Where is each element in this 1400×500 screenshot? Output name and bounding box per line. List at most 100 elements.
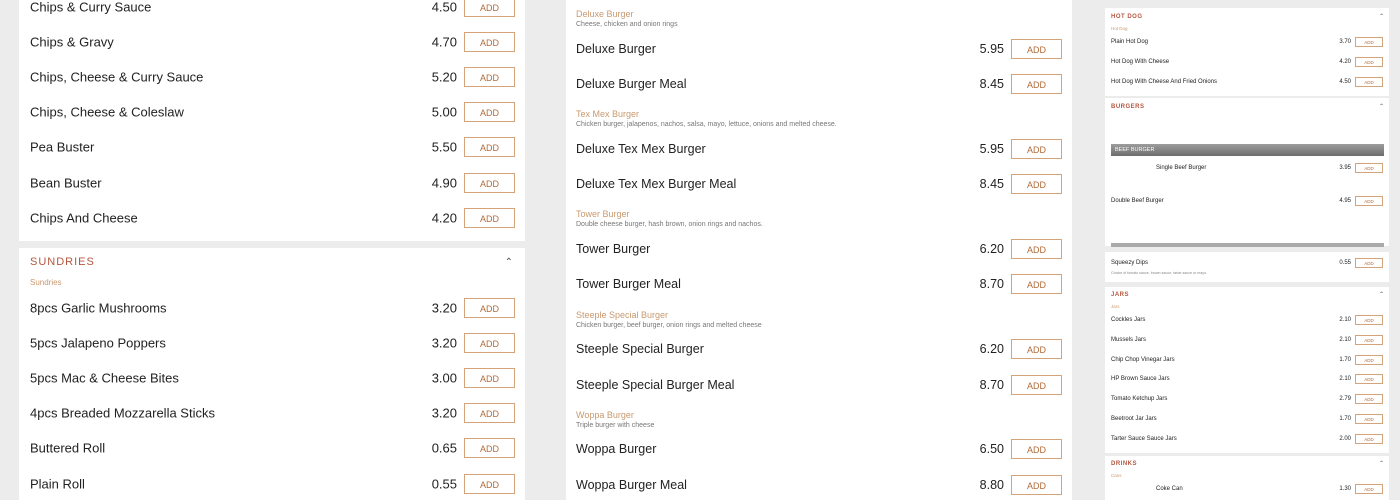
menu-item: Cockles Jars 2.10 ADD	[1105, 313, 1389, 327]
add-button[interactable]: ADD	[1355, 77, 1383, 87]
add-button[interactable]: ADD	[464, 31, 515, 52]
add-button[interactable]: ADD	[1355, 258, 1383, 268]
chevron-up-icon[interactable]: ⌃	[1379, 13, 1384, 20]
menu-item: Beetroot Jar Jars 1.70 ADD	[1105, 412, 1389, 426]
jars-section-card: JARS ⌃ Jars Cockles Jars 2.10 ADD Mussels J…	[1105, 287, 1389, 453]
item-name: 8pcs Garlic Mushrooms	[30, 300, 167, 315]
add-button[interactable]: ADD	[1011, 439, 1062, 460]
item-price: 6.20	[979, 342, 1004, 357]
menu-item: Buttered Roll 0.65 ADD	[19, 431, 525, 466]
add-button[interactable]: ADD	[1355, 484, 1383, 494]
add-button[interactable]: ADD	[464, 0, 515, 17]
add-button[interactable]: ADD	[1011, 339, 1062, 360]
item-name: Woppa Burger	[576, 442, 657, 457]
menu-item: Hot Dog With Cheese 4.20 ADD	[1105, 55, 1389, 69]
add-button[interactable]: ADD	[1355, 196, 1383, 206]
item-name: Chips, Cheese & Curry Sauce	[30, 69, 204, 85]
menu-item: Deluxe Burger 5.95 ADD	[566, 31, 1072, 66]
menu-item: 8pcs Garlic Mushrooms 3.20 ADD	[19, 290, 525, 325]
item-name: Hot Dog With Cheese And Fried Onions	[1111, 79, 1218, 85]
add-button[interactable]: ADD	[1355, 374, 1383, 385]
item-price: 4.50	[1339, 79, 1351, 85]
group-description: Cheese, chicken and onion rings	[576, 21, 678, 28]
add-button[interactable]: ADD	[1355, 334, 1383, 345]
add-button[interactable]: ADD	[1011, 374, 1062, 395]
menu-item: Chips & Gravy 4.70 ADD	[19, 24, 525, 59]
menu-item: Tower Burger 6.20 ADD	[566, 231, 1072, 266]
item-price: 6.50	[979, 442, 1004, 457]
add-button[interactable]: ADD	[464, 332, 515, 353]
menu-item: Chips, Cheese & Coleslaw 5.00 ADD	[19, 95, 525, 130]
item-name: 5pcs Mac & Cheese Bites	[30, 370, 179, 386]
menu-item: Woppa Burger Meal 8.80 ADD	[566, 467, 1072, 500]
group-description: Double cheese burger, hash brown, onion …	[576, 221, 763, 229]
menu-item: 5pcs Jalapeno Poppers 3.20 ADD	[19, 325, 525, 360]
add-button[interactable]: ADD	[1355, 163, 1383, 173]
add-button[interactable]: ADD	[464, 297, 515, 318]
item-price: 1.70	[1339, 416, 1351, 422]
add-button[interactable]: ADD	[1011, 474, 1062, 495]
add-button[interactable]: ADD	[464, 473, 515, 494]
item-price: 8.70	[979, 377, 1004, 392]
menu-item: Deluxe Tex Mex Burger 5.95 ADD	[566, 131, 1072, 166]
burgers-heading: BURGERS	[1111, 104, 1145, 110]
drinks-sub-label: Cans	[1111, 473, 1122, 478]
add-button[interactable]: ADD	[1011, 38, 1062, 59]
horizontal-scrollbar[interactable]	[1111, 243, 1384, 247]
item-description: Choice of tomato sauce, brown sauce, tar…	[1111, 271, 1208, 275]
add-button[interactable]: ADD	[464, 66, 515, 87]
add-button[interactable]: ADD	[1011, 174, 1062, 195]
item-price: 2.79	[1339, 396, 1351, 403]
add-button[interactable]: ADD	[464, 207, 515, 228]
chips-section-card: Chips & Curry Sauce 4.50 ADD Chips & Gravy 4…	[19, 0, 525, 241]
add-button[interactable]: ADD	[1355, 57, 1383, 67]
add-button[interactable]: ADD	[1011, 238, 1062, 259]
item-name: Chips & Gravy	[30, 34, 114, 50]
item-name: Woppa Burger Meal	[576, 477, 687, 492]
item-name: HP Brown Sauce Jars	[1111, 376, 1170, 383]
menu-item: Hot Dog With Cheese And Fried Onions 4.50…	[1105, 75, 1389, 89]
item-name: Beetroot Jar Jars	[1111, 416, 1157, 422]
add-button[interactable]: ADD	[1011, 74, 1062, 94]
chevron-up-icon[interactable]: ⌃	[505, 257, 513, 268]
item-name: Deluxe Tex Mex Burger	[576, 141, 706, 156]
menu-item: Steeple Special Burger Meal 8.70 ADD	[566, 367, 1072, 402]
add-button[interactable]: ADD	[464, 137, 515, 158]
chevron-up-icon[interactable]: ⌃	[1379, 103, 1384, 110]
group-description: Chicken burger, jalapenos, nachos, salsa…	[576, 121, 837, 129]
item-price: 3.20	[431, 300, 457, 315]
add-button[interactable]: ADD	[464, 367, 515, 388]
add-button[interactable]: ADD	[464, 438, 515, 459]
item-name: Single Beef Burger	[1156, 165, 1207, 171]
hotdog-section-card: HOT DOG ⌃ Hot Dog Plain Hot Dog 3.70 ADD Ho…	[1105, 8, 1389, 96]
add-button[interactable]: ADD	[1355, 37, 1383, 47]
chevron-up-icon[interactable]: ⌃	[1379, 460, 1384, 467]
menu-item: Mussels Jars 2.10 ADD	[1105, 333, 1389, 347]
item-price: 8.70	[979, 277, 1004, 292]
item-name: Deluxe Burger Meal	[576, 77, 687, 91]
item-price: 5.20	[431, 69, 457, 85]
add-button[interactable]: ADD	[1355, 414, 1383, 424]
item-name: Double Beef Burger	[1111, 198, 1164, 204]
add-button[interactable]: ADD	[1355, 354, 1383, 365]
burgers-section-card: Deluxe Burger Cheese, chicken and onion r…	[566, 0, 1072, 500]
chevron-up-icon[interactable]: ⌃	[1379, 291, 1384, 298]
item-name: Deluxe Burger	[576, 41, 656, 56]
add-button[interactable]: ADD	[1011, 138, 1062, 159]
add-button[interactable]: ADD	[464, 102, 515, 123]
add-button[interactable]: ADD	[464, 403, 515, 424]
group-description: Triple burger with cheese	[576, 421, 655, 429]
add-button[interactable]: ADD	[1355, 433, 1383, 444]
add-button[interactable]: ADD	[464, 172, 515, 193]
add-button[interactable]: ADD	[1011, 274, 1062, 295]
group-description: Chicken burger, beef burger, onion rings…	[576, 321, 762, 329]
item-price: 3.00	[431, 370, 457, 386]
item-price: 2.10	[1339, 317, 1351, 323]
sundries-heading: SUNDRIES	[30, 256, 95, 268]
jars-heading: JARS	[1111, 292, 1130, 298]
menu-item: Tarter Sauce Sauce Jars 2.00 ADD	[1105, 432, 1389, 446]
add-button[interactable]: ADD	[1355, 394, 1383, 405]
menu-item: 5pcs Mac & Cheese Bites 3.00 ADD	[19, 360, 525, 395]
add-button[interactable]: ADD	[1355, 315, 1383, 325]
item-price: 4.90	[431, 175, 457, 190]
